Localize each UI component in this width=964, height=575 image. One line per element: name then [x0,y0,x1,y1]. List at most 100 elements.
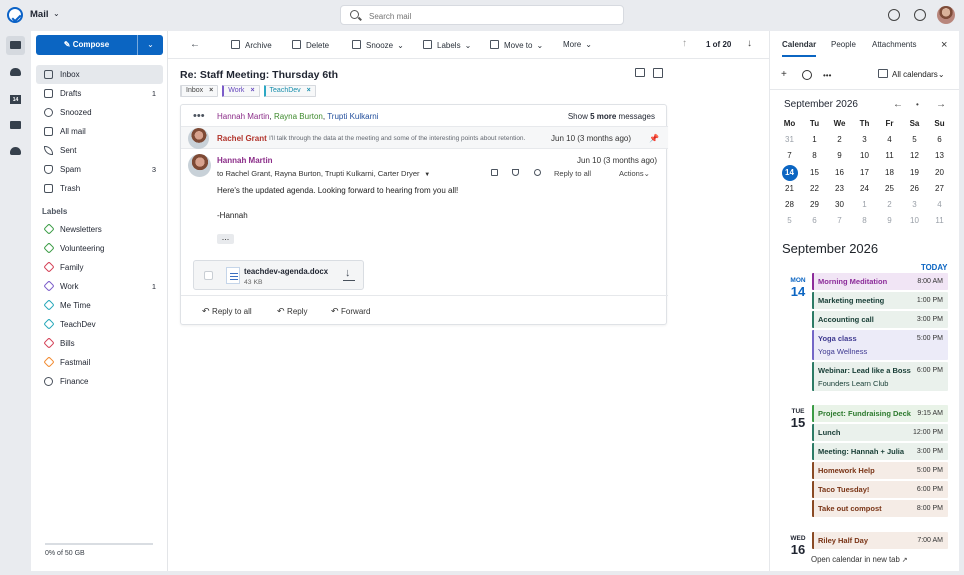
chip-inbox[interactable]: Inbox × [180,85,219,97]
calendar-event[interactable]: Morning Meditation 8:00 AM [812,273,948,290]
help-icon[interactable] [914,9,926,21]
sidebar-item-finance[interactable]: Finance [36,372,163,391]
mini-calendar-date[interactable]: 20 [927,165,952,181]
calendar-event[interactable]: Project: Fundraising Deck 9:15 AM [812,405,948,422]
more-button[interactable]: More ⌄ [563,40,592,49]
app-chevron-down-icon[interactable]: ⌄ [53,9,60,18]
actions-menu-button[interactable]: Actions⌄ [619,169,650,178]
mini-calendar-date[interactable]: 11 [927,213,952,229]
sidebar-item-volunteering[interactable]: Volunteering [36,239,163,258]
calendar-event[interactable]: Webinar: Lead like a Boss 6:00 PM Founders… [812,362,948,391]
sidebar-item-trash[interactable]: Trash [36,179,163,198]
mini-calendar-date[interactable]: 6 [927,132,952,148]
mini-calendar-date[interactable]: 24 [852,181,877,197]
sidebar-item-snoozed[interactable]: Snoozed [36,103,163,122]
mini-calendar-date[interactable]: 23 [827,181,852,197]
mini-calendar-date[interactable]: 1 [802,132,827,148]
today-dot-icon[interactable]: • [916,100,919,109]
all-calendars-dropdown[interactable]: All calendars⌄ [878,69,945,79]
mini-calendar-date[interactable]: 10 [902,213,927,229]
mini-calendar-date[interactable]: 3 [902,197,927,213]
compose-button[interactable]: Compose [36,35,137,55]
sidebar-item-work[interactable]: Work 1 [36,277,163,296]
mini-calendar-date[interactable]: 30 [827,197,852,213]
reply-button[interactable]: Reply [277,306,307,317]
mini-calendar-date[interactable]: 11 [877,148,902,164]
mini-calendar-date[interactable]: 2 [827,132,852,148]
collapsed-message-row[interactable]: Rachel Grant I'll talk through the data … [181,126,668,149]
close-panel-icon[interactable]: × [941,39,947,51]
sidebar-item-all-mail[interactable]: All mail [36,122,163,141]
thread-more-icon[interactable]: ••• [193,111,205,122]
sidebar-item-newsletters[interactable]: Newsletters [36,220,163,239]
mini-calendar-date[interactable]: 29 [802,197,827,213]
open-in-new-window-icon[interactable] [653,68,663,78]
mini-calendar-date[interactable]: 5 [777,213,802,229]
mini-calendar-date[interactable]: 4 [927,197,952,213]
mini-calendar-date[interactable]: 8 [802,148,827,164]
add-event-icon[interactable]: + [781,69,787,80]
search-input[interactable] [369,10,609,22]
mini-calendar-date[interactable]: 19 [902,165,927,181]
mini-calendar-date[interactable]: 12 [902,148,927,164]
mark-read-icon[interactable] [534,169,541,176]
open-calendar-new-tab-link[interactable]: Open calendar in new tab [811,555,908,564]
remove-chip-icon[interactable]: × [250,87,254,94]
search-box[interactable] [340,5,624,25]
delete-button[interactable]: Delete [292,40,329,50]
sidebar-item-family[interactable]: Family [36,258,163,277]
calendar-event[interactable]: Accounting call 3:00 PM [812,311,948,328]
mini-calendar-date[interactable]: 21 [777,181,802,197]
mini-calendar-date[interactable]: 2 [877,197,902,213]
compose-options-chevron-icon[interactable]: ⌄ [137,35,163,55]
mini-calendar-date[interactable]: 17 [852,165,877,181]
calendar-event[interactable]: Homework Help 5:00 PM [812,462,948,479]
tab-people[interactable]: People [831,40,856,49]
sidebar-item-spam[interactable]: Spam 3 [36,160,163,179]
mini-calendar-date[interactable]: 31 [777,132,802,148]
mini-calendar-date[interactable]: 9 [877,213,902,229]
tab-calendar[interactable]: Calendar [782,40,817,57]
calendar-event[interactable]: Yoga class 5:00 PM Yoga Wellness [812,330,948,360]
calendar-rail-button[interactable]: 14 [6,90,25,109]
calendar-more-icon[interactable]: ••• [823,71,831,80]
sidebar-item-sent[interactable]: Sent [36,141,163,160]
sidebar-item-inbox[interactable]: Inbox [36,65,163,84]
sidebar-item-me-time[interactable]: Me Time [36,296,163,315]
previous-month-arrow-icon[interactable]: ← [893,99,903,110]
calendar-event[interactable]: Taco Tuesday! 6:00 PM [812,481,948,498]
next-month-arrow-icon[interactable]: → [936,99,946,110]
mini-calendar-date[interactable]: 8 [852,213,877,229]
message-recipients[interactable]: to Rachel Grant, Rayna Burton, Trupti Ku… [217,169,430,178]
mini-calendar-date[interactable]: 9 [827,148,852,164]
show-more-messages-link[interactable]: Show 5 more messages [568,112,655,121]
mini-calendar-date[interactable]: 22 [802,181,827,197]
mini-calendar-date[interactable]: 14 [777,164,802,181]
reply-to-all-button[interactable]: Reply to all [554,169,591,178]
mini-calendar-date[interactable]: 27 [927,181,952,197]
mail-rail-button[interactable] [6,36,25,55]
previous-message-arrow-icon[interactable]: ↑ [682,38,687,49]
reply-all-button[interactable]: Reply to all [202,306,252,317]
compose-button-group[interactable]: Compose ⌄ [36,35,163,55]
forward-button[interactable]: Forward [331,306,370,317]
mini-calendar-date[interactable]: 15 [802,165,827,181]
remove-chip-icon[interactable]: × [209,87,213,94]
move-to-button[interactable]: Move to ⌄ [490,40,543,50]
pinned-icon[interactable]: 📌 [649,134,659,143]
sidebar-item-drafts[interactable]: Drafts 1 [36,84,163,103]
notes-rail-button[interactable] [6,116,25,135]
next-message-arrow-icon[interactable]: ↓ [747,38,752,49]
contacts-rail-button[interactable] [6,63,25,82]
app-name[interactable]: Mail [30,9,48,20]
sidebar-item-bills[interactable]: Bills [36,334,163,353]
mini-calendar-date[interactable]: 28 [777,197,802,213]
mini-calendar-date[interactable]: 18 [877,165,902,181]
mini-calendar-date[interactable]: 6 [802,213,827,229]
settings-gear-icon[interactable] [888,9,900,21]
attachment-select-checkbox[interactable] [204,271,213,280]
mini-calendar-date[interactable]: 7 [777,148,802,164]
mini-calendar-date[interactable]: 1 [852,197,877,213]
download-icon[interactable] [343,267,355,281]
calendar-event[interactable]: Lunch 12:00 PM [812,424,948,441]
